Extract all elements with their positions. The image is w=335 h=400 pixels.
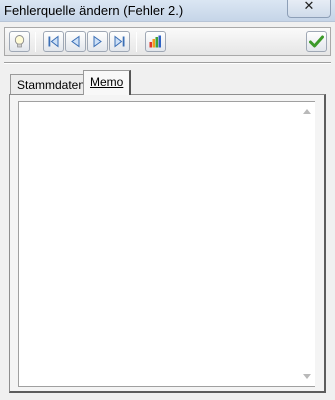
tab-stammdaten[interactable]: Stammdaten (10, 74, 93, 95)
memo-scrollbar[interactable] (299, 102, 315, 386)
toolbar-divider (4, 62, 331, 64)
tab-label: Stammdaten (17, 78, 86, 92)
chart-button[interactable] (145, 31, 166, 52)
next-record-button[interactable] (87, 31, 108, 52)
toolbar (4, 27, 331, 56)
bar-chart-icon (149, 35, 161, 48)
close-button[interactable]: ✕ (287, 0, 331, 18)
first-icon (48, 35, 59, 48)
next-icon (93, 35, 102, 48)
memo-textarea[interactable] (18, 101, 315, 387)
close-icon: ✕ (303, 0, 315, 14)
lightbulb-icon (14, 35, 25, 48)
tab-memo[interactable]: Memo (83, 70, 132, 95)
toolbar-separator (35, 32, 36, 52)
last-record-button[interactable] (109, 31, 130, 52)
window-title: Fehlerquelle ändern (Fehler 2.) (4, 3, 184, 18)
first-record-button[interactable] (43, 31, 64, 52)
confirm-button[interactable] (306, 31, 327, 52)
previous-record-button[interactable] (65, 31, 86, 52)
tab-panel (9, 94, 326, 393)
scroll-down-icon[interactable] (303, 374, 311, 379)
hint-button[interactable] (9, 31, 30, 52)
checkmark-icon (309, 35, 324, 48)
previous-icon (71, 35, 80, 48)
last-icon (114, 35, 125, 48)
dialog-window: Fehlerquelle ändern (Fehler 2.) ✕ Stammd… (0, 0, 335, 400)
title-bar: Fehlerquelle ändern (Fehler 2.) ✕ (0, 0, 335, 22)
scroll-up-icon[interactable] (303, 109, 311, 114)
toolbar-separator (136, 32, 137, 52)
tab-label: Memo (90, 75, 124, 89)
